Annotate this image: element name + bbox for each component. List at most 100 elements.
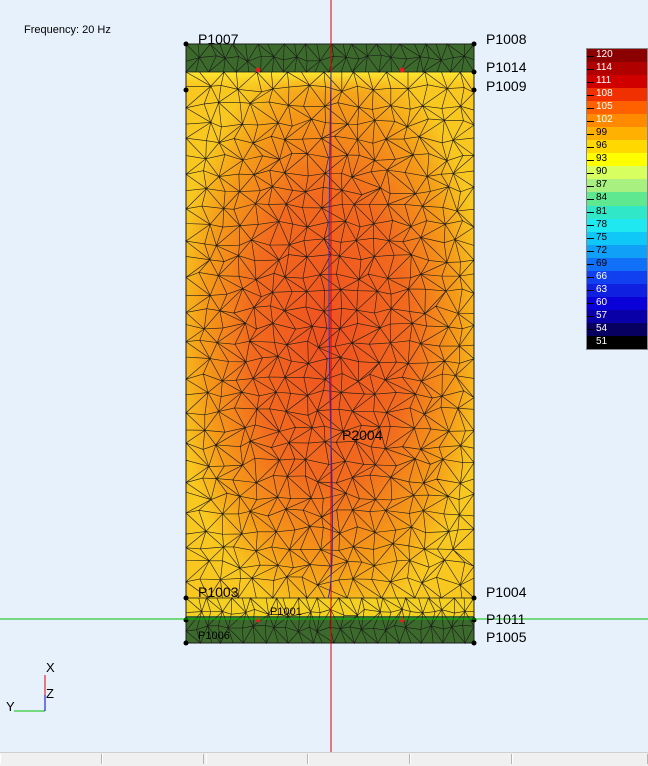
- label-p1005: P1005: [486, 629, 527, 645]
- scale-band: 111: [587, 75, 647, 89]
- scale-band: 78: [587, 218, 647, 233]
- status-segment: [308, 754, 410, 764]
- scale-label: 111: [596, 75, 612, 87]
- scale-band: 66: [587, 270, 647, 285]
- scale-label: 96: [596, 140, 608, 152]
- scale-band: 51: [587, 335, 647, 350]
- scale-tick: [587, 290, 594, 292]
- scale-label: 114: [596, 62, 612, 74]
- node-point[interactable]: [183, 87, 189, 93]
- scale-tick: [587, 277, 594, 279]
- scale-tick: [587, 251, 594, 253]
- scale-label: 60: [596, 296, 608, 308]
- scale-tick: [587, 55, 594, 57]
- scale-label: 63: [596, 283, 608, 295]
- node-point[interactable]: [471, 87, 477, 93]
- scale-tick: [587, 225, 594, 227]
- scale-tick: [587, 185, 594, 187]
- node-point-red[interactable]: [255, 67, 261, 73]
- node-point[interactable]: [471, 640, 477, 646]
- status-segment: [0, 754, 102, 764]
- node-point-red[interactable]: [399, 67, 405, 73]
- scale-label: 93: [596, 153, 608, 165]
- node-point[interactable]: [471, 617, 477, 623]
- scale-band: 63: [587, 283, 647, 298]
- axis-x-label: X: [46, 660, 55, 675]
- scale-label: 120: [596, 49, 613, 60]
- scale-band: 81: [587, 205, 647, 220]
- scale-band: 90: [587, 166, 647, 180]
- scale-tick: [587, 172, 594, 174]
- model-viewport[interactable]: Frequency: 20 Hz P1007 P1008 P1014 P1009…: [0, 0, 648, 752]
- node-point[interactable]: [471, 595, 477, 601]
- scale-band: 54: [587, 322, 647, 337]
- scale-label: 72: [596, 244, 608, 256]
- scale-tick: [587, 316, 594, 318]
- node-point[interactable]: [183, 640, 189, 646]
- scale-tick: [587, 199, 594, 200]
- label-p1001: P1001: [270, 606, 302, 618]
- scale-tick: [587, 107, 594, 109]
- scale-band: 99: [587, 127, 647, 141]
- scale-tick: [587, 212, 594, 214]
- scale-label: 84: [596, 192, 608, 204]
- scale-band: 93: [587, 153, 647, 167]
- scale-band: 108: [587, 88, 647, 102]
- scale-tick: [587, 94, 594, 96]
- scale-tick: [587, 68, 594, 70]
- scale-tick: [587, 146, 594, 148]
- scale-label: 57: [596, 309, 608, 321]
- scale-band: 60: [587, 296, 647, 311]
- scale-tick: [587, 238, 594, 240]
- scale-label: 108: [596, 88, 613, 100]
- scale-label: 75: [596, 231, 608, 243]
- scale-tick: [587, 342, 594, 344]
- scale-band: 69: [587, 257, 647, 272]
- scale-label: 99: [596, 127, 608, 139]
- status-segment: [410, 754, 512, 764]
- scale-label: 87: [596, 179, 608, 191]
- scale-band: 96: [587, 140, 647, 154]
- scale-band: 57: [587, 309, 647, 324]
- scale-tick: [587, 120, 594, 122]
- label-p1008: P1008: [486, 31, 527, 47]
- scale-label: 69: [596, 257, 608, 269]
- node-point[interactable]: [471, 69, 477, 75]
- scale-band: 84: [587, 192, 647, 206]
- orientation-triad: X Z Y: [0, 655, 70, 725]
- scale-label: 54: [596, 322, 608, 334]
- scale-tick: [587, 264, 594, 266]
- status-segment: [206, 754, 308, 764]
- node-point-red[interactable]: [255, 617, 261, 623]
- node-point[interactable]: [183, 41, 189, 47]
- scale-tick: [587, 303, 594, 305]
- scale-label: 90: [596, 166, 608, 178]
- scale-label: 105: [596, 101, 613, 113]
- node-point-red[interactable]: [399, 617, 405, 623]
- status-segment: [512, 754, 648, 764]
- contour-mesh[interactable]: [0, 0, 648, 752]
- label-p1014: P1014: [486, 59, 527, 75]
- scale-band: 75: [587, 231, 647, 246]
- status-segment: [102, 754, 204, 764]
- label-p1009: P1009: [486, 78, 527, 94]
- label-p1003: P1003: [198, 584, 239, 600]
- color-scale-legend: 120 114 111 108 105 102 99 96 93 90 87 84 81 78 75 72 69…: [586, 48, 648, 350]
- scale-label: 81: [596, 205, 608, 217]
- scale-band: 72: [587, 244, 647, 259]
- scale-tick: [587, 81, 594, 83]
- scale-band: 87: [587, 179, 647, 193]
- scale-label: 66: [596, 270, 608, 282]
- axis-y-label: Y: [6, 699, 15, 714]
- scale-label: 78: [596, 218, 608, 230]
- axis-z-label: Z: [46, 686, 54, 701]
- label-p1006: P1006: [198, 630, 230, 642]
- scale-band: 120: [587, 49, 647, 63]
- scale-tick: [587, 159, 594, 161]
- node-point[interactable]: [471, 41, 477, 47]
- scale-band: 105: [587, 101, 647, 115]
- node-point[interactable]: [183, 595, 189, 601]
- node-point[interactable]: [183, 617, 189, 623]
- scale-band: 102: [587, 114, 647, 128]
- scale-band: 114: [587, 62, 647, 76]
